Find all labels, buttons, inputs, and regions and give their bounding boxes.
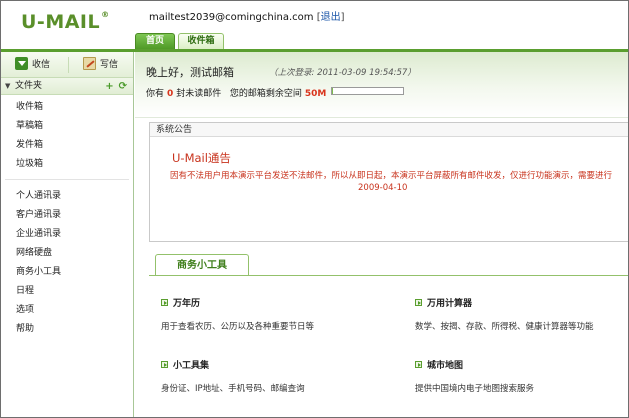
tab-inbox[interactable]: 收件箱 [178, 33, 224, 49]
logout-bracket-close: ] [340, 12, 345, 23]
tool-gadgets[interactable]: 小工具集 身份证、IP地址、手机号码、邮编查询 [161, 358, 305, 394]
receive-label: 收信 [32, 60, 51, 70]
main-content: 晚上好，测试邮箱 （上次登录: 2011-03-09 19:54:57） 你有 0… [135, 52, 628, 417]
unread-suffix: 封未读邮件 [176, 89, 222, 99]
folder-header[interactable]: ▼ 文件夹 + ⟳ [1, 78, 133, 95]
toolbar-separator [68, 57, 69, 73]
arrow-bullet-icon [161, 299, 168, 306]
unread-count[interactable]: 0 [167, 89, 173, 99]
last-login-time: （上次登录: 2011-03-09 19:54:57） [269, 68, 416, 78]
tools-list: 个人通讯录 客户通讯录 企业通讯录 网络硬盘 商务小工具 日程 选项 帮助 [1, 184, 133, 339]
sidebar-item-drafts[interactable]: 草稿箱 [1, 117, 133, 136]
tool-gadgets-name: 小工具集 [161, 358, 305, 371]
write-button[interactable]: 写信 [83, 57, 118, 73]
tools-tab-underline [149, 275, 628, 276]
compose-icon [83, 57, 96, 70]
quota-fill [332, 88, 334, 94]
collapse-triangle-icon[interactable]: ▼ [5, 78, 15, 95]
tool-gadgets-desc: 身份证、IP地址、手机号码、邮编查询 [161, 384, 305, 394]
registered-mark: ® [101, 10, 110, 19]
quota-bar [331, 87, 404, 95]
unread-prefix: 你有 [146, 89, 165, 99]
tool-city-map-label[interactable]: 城市地图 [427, 361, 463, 371]
refresh-icon[interactable]: ⟳ [119, 81, 127, 92]
sidebar-item-trash[interactable]: 垃圾箱 [1, 155, 133, 174]
space-prefix: 您的邮箱剩余空间 [229, 89, 302, 99]
sidebar-item-personal-contacts[interactable]: 个人通讯录 [1, 187, 133, 206]
tool-gadgets-label[interactable]: 小工具集 [173, 361, 209, 371]
sidebar: 收信 写信 ▼ 文件夹 + ⟳ 收件箱 草稿箱 发件箱 垃圾箱 个人通讯录 客户通讯… [1, 52, 134, 417]
add-folder-icon[interactable]: + [105, 81, 113, 92]
receive-button[interactable]: 收信 [15, 57, 50, 73]
user-email: mailtest2039@comingchina.com [149, 12, 314, 23]
sidebar-item-inbox[interactable]: 收件箱 [1, 98, 133, 117]
folder-ops: + ⟳ [100, 78, 127, 95]
folder-list: 收件箱 草稿箱 发件箱 垃圾箱 [1, 95, 133, 174]
tool-city-map[interactable]: 城市地图 提供中国境内电子地图搜索服务 [415, 358, 534, 394]
space-remaining: 50M [304, 89, 327, 99]
tool-calculator-name: 万用计算器 [415, 296, 594, 309]
sidebar-item-company-contacts[interactable]: 企业通讯录 [1, 225, 133, 244]
umail-logo[interactable]: U-MAIL® [21, 10, 110, 33]
folder-header-label: 文件夹 [15, 81, 43, 91]
write-label: 写信 [100, 60, 119, 70]
user-info: mailtest2039@comingchina.com [退出] [149, 8, 345, 23]
sidebar-divider [5, 179, 129, 180]
sidebar-item-business-tools[interactable]: 商务小工具 [1, 263, 133, 282]
announcement-section-title: 系统公告 [150, 123, 628, 137]
app-window: U-MAIL® mailtest2039@comingchina.com [退出… [0, 0, 629, 418]
announcement-title: U-Mail通告 [172, 151, 231, 165]
sidebar-item-help[interactable]: 帮助 [1, 320, 133, 339]
tool-calendar[interactable]: 万年历 用于查看农历、公历以及各种重要节日等 [161, 296, 314, 332]
sidebar-item-customer-contacts[interactable]: 客户通讯录 [1, 206, 133, 225]
tool-calendar-name: 万年历 [161, 296, 314, 309]
tool-city-map-name: 城市地图 [415, 358, 534, 371]
sidebar-item-options[interactable]: 选项 [1, 301, 133, 320]
tool-calculator-desc: 数学、按揭、存款、所得税、健康计算器等功能 [415, 322, 594, 332]
compose-toolbar: 收信 写信 [1, 52, 133, 78]
sidebar-item-calendar[interactable]: 日程 [1, 282, 133, 301]
tab-business-tools[interactable]: 商务小工具 [155, 254, 249, 276]
arrow-bullet-icon [161, 361, 168, 368]
mail-stats: 你有 0 封未读邮件 您的邮箱剩余空间 50M [146, 86, 326, 99]
logo-text: U-MAIL [21, 11, 101, 33]
tab-home[interactable]: 首页 [135, 33, 175, 49]
tool-calendar-label[interactable]: 万年历 [173, 299, 200, 309]
arrow-bullet-icon [415, 299, 422, 306]
tool-city-map-desc: 提供中国境内电子地图搜索服务 [415, 384, 535, 394]
announcement-body: 因有不法用户用本演示平台发送不法邮件，所以从即日起，本演示平台屏蔽所有邮件收发，… [170, 171, 613, 181]
announcement-date: 2009-04-10 [358, 183, 408, 193]
welcome-panel: 晚上好，测试邮箱 （上次登录: 2011-03-09 19:54:57） 你有 0… [135, 52, 628, 118]
tool-calculator-label[interactable]: 万用计算器 [427, 299, 472, 309]
receive-icon [15, 57, 28, 70]
greeting: 晚上好，测试邮箱 [146, 66, 234, 79]
sidebar-item-sent[interactable]: 发件箱 [1, 136, 133, 155]
tool-calculator[interactable]: 万用计算器 数学、按揭、存款、所得税、健康计算器等功能 [415, 296, 594, 332]
announcement-box: 系统公告 U-Mail通告 因有不法用户用本演示平台发送不法邮件，所以从即日起，… [149, 122, 628, 242]
top-header: U-MAIL® mailtest2039@comingchina.com [退出… [1, 1, 628, 49]
sidebar-item-network-disk[interactable]: 网络硬盘 [1, 244, 133, 263]
logout-link[interactable]: 退出 [321, 12, 341, 23]
tool-calendar-desc: 用于查看农历、公历以及各种重要节日等 [161, 322, 315, 332]
arrow-bullet-icon [415, 361, 422, 368]
